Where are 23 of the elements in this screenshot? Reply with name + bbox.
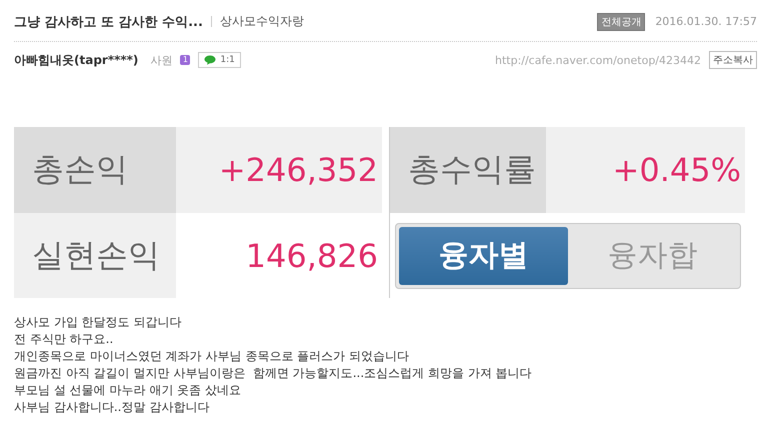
body-text: 상사모 가입 한달정도 되갑니다	[14, 314, 182, 331]
post-date: 2016.01.30. 17:57	[655, 15, 757, 28]
body-text: 사부님 감사합니다..정말 감사합니다	[14, 399, 210, 416]
table-cell: 총손익	[14, 127, 176, 213]
segment-tab[interactable]: 융자별	[399, 226, 568, 284]
member-rank: 사원	[150, 52, 172, 68]
table-cell: +0.45%	[546, 127, 745, 213]
visibility-badge: 전체공개	[597, 12, 646, 30]
body-text: 전 주식만 하구요..	[14, 331, 114, 348]
copy-url-button[interactable]: 주소복사	[709, 51, 757, 69]
body-text: 원금까진 아직 갈길이 멀지만 사부님이랑은 함께면 가능할지도...조심스럽게 희망을 가져 봅니다	[14, 365, 533, 382]
author-name[interactable]: 아빠힘내옷(tapr****)	[14, 52, 138, 68]
body-text: 부모님 설 선물에 마누라 애기 옷좀 샀네요	[14, 382, 242, 399]
speech-bubble-icon	[204, 55, 216, 65]
level-badge: 1	[180, 55, 190, 65]
chat-button[interactable]: 1:1	[198, 52, 241, 68]
table-cell: 총수익률	[389, 127, 546, 213]
body-text: 개인종목으로 마이너스였던 계좌가 사부님 종목으로 플러스가 되었습니다	[14, 348, 410, 365]
board-link[interactable]: 상사모수익자랑	[220, 13, 304, 30]
table-cell: 실현손익	[14, 213, 176, 298]
table-cell-text: 146,826	[244, 236, 379, 276]
table-cell: +246,352	[176, 127, 382, 213]
post-title: 그냥 감사하고 또 감사한 수익...	[14, 14, 203, 30]
